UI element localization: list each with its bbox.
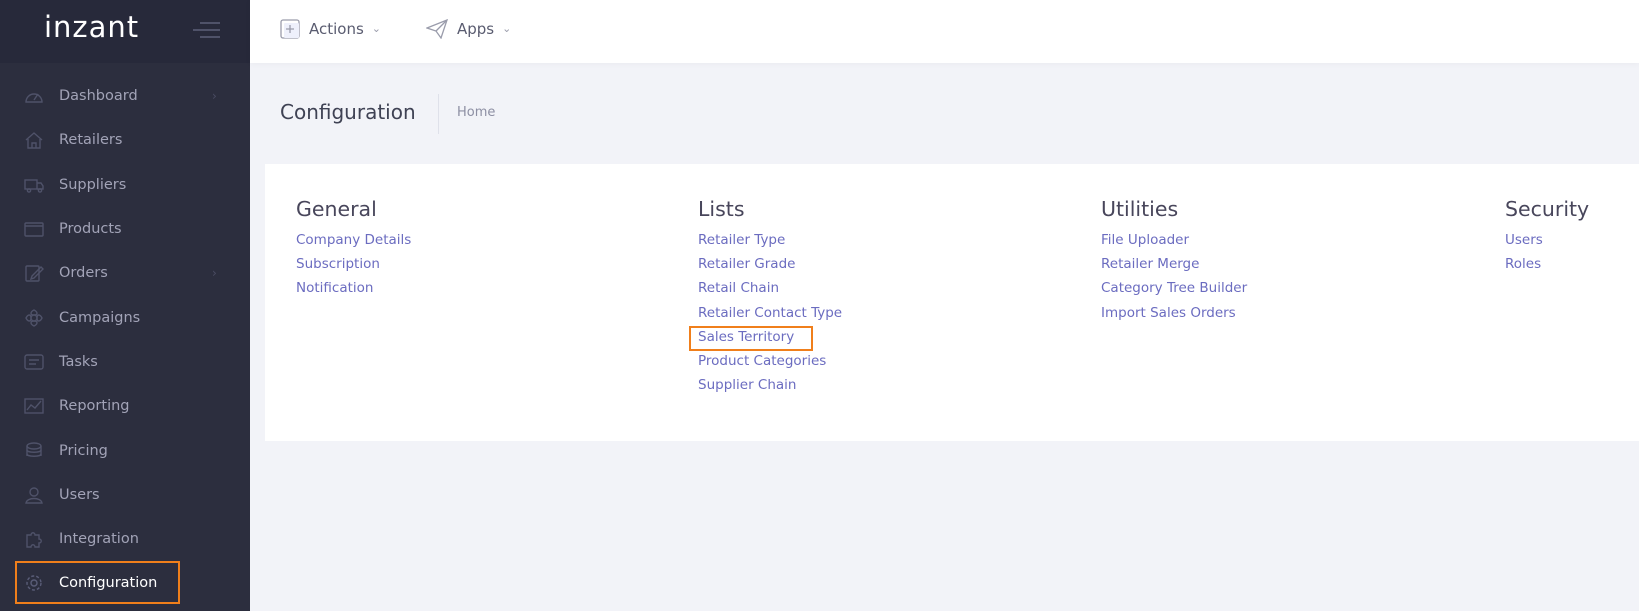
divider (438, 94, 439, 134)
chart-icon (23, 396, 45, 416)
section-title: Utilities (1101, 197, 1179, 221)
puzzle-icon (23, 529, 45, 549)
sidebar-item-products[interactable]: Products (0, 207, 250, 251)
section-lists: Lists Retailer Type Retailer Grade Retai… (698, 194, 842, 397)
sidebar-item-pricing[interactable]: Pricing (0, 428, 250, 472)
section-security: Security Users Roles (1505, 194, 1589, 276)
sidebar-item-orders[interactable]: Orders › (0, 251, 250, 295)
link-supplier-chain[interactable]: Supplier Chain (698, 373, 842, 397)
sidebar-menu: Dashboard › Retailers Suppliers Products (0, 74, 250, 606)
section-title: Lists (698, 197, 745, 221)
apps-dropdown[interactable]: Apps ⌄ (426, 0, 511, 57)
user-icon (23, 485, 45, 505)
add-icon (280, 18, 300, 39)
send-icon (426, 18, 448, 39)
sidebar-item-integration[interactable]: Integration (0, 517, 250, 561)
link-users[interactable]: Users (1505, 228, 1589, 252)
sidebar-toggle-icon[interactable] (193, 20, 220, 40)
page-title: Configuration (280, 100, 416, 124)
home-icon (23, 130, 45, 150)
link-retailer-merge[interactable]: Retailer Merge (1101, 252, 1247, 276)
section-utilities: Utilities File Uploader Retailer Merge C… (1101, 194, 1247, 325)
sidebar-item-dashboard[interactable]: Dashboard › (0, 74, 250, 118)
dashboard-icon (23, 86, 45, 106)
chevron-right-icon: › (212, 89, 217, 104)
link-retailer-grade[interactable]: Retailer Grade (698, 252, 842, 276)
link-file-uploader[interactable]: File Uploader (1101, 228, 1247, 252)
highlight-box (15, 561, 180, 604)
truck-icon (23, 175, 45, 195)
layers-icon (23, 441, 45, 461)
link-category-tree-builder[interactable]: Category Tree Builder (1101, 276, 1247, 300)
link-retailer-contact-type[interactable]: Retailer Contact Type (698, 301, 842, 325)
section-general: General Company Details Subscription Not… (296, 194, 411, 301)
sidebar-item-campaigns[interactable]: Campaigns (0, 295, 250, 339)
link-roles[interactable]: Roles (1505, 252, 1589, 276)
chevron-right-icon: › (212, 266, 217, 281)
link-import-sales-orders[interactable]: Import Sales Orders (1101, 301, 1247, 325)
sidebar-item-retailers[interactable]: Retailers (0, 118, 250, 162)
topbar: Actions ⌄ Apps ⌄ (250, 0, 1639, 63)
chevron-down-icon: ⌄ (502, 22, 512, 35)
sidebar-item-users[interactable]: Users (0, 473, 250, 517)
configuration-card: General Company Details Subscription Not… (265, 164, 1639, 441)
flower-icon (23, 308, 45, 328)
link-retailer-type[interactable]: Retailer Type (698, 228, 842, 252)
actions-dropdown[interactable]: Actions ⌄ (280, 0, 381, 57)
link-subscription[interactable]: Subscription (296, 252, 411, 276)
link-company-details[interactable]: Company Details (296, 228, 411, 252)
sidebar-item-reporting[interactable]: Reporting (0, 384, 250, 428)
section-title: General (296, 197, 377, 221)
chevron-down-icon: ⌄ (371, 22, 382, 35)
sidebar-item-tasks[interactable]: Tasks (0, 340, 250, 384)
highlight-box (689, 326, 813, 351)
sidebar-item-suppliers[interactable]: Suppliers (0, 163, 250, 207)
logo[interactable]: inzant (44, 10, 139, 44)
link-retail-chain[interactable]: Retail Chain (698, 276, 842, 300)
section-title: Security (1505, 197, 1590, 221)
edit-icon (23, 263, 45, 283)
link-product-categories[interactable]: Product Categories (698, 349, 842, 373)
breadcrumb-home[interactable]: Home (457, 105, 495, 120)
tasks-icon (23, 352, 45, 372)
link-notification[interactable]: Notification (296, 276, 411, 300)
sidebar: inzant Dashboard › Retailers Suppliers P… (0, 0, 250, 611)
brand-header: inzant (0, 0, 250, 63)
box-icon (23, 219, 45, 239)
